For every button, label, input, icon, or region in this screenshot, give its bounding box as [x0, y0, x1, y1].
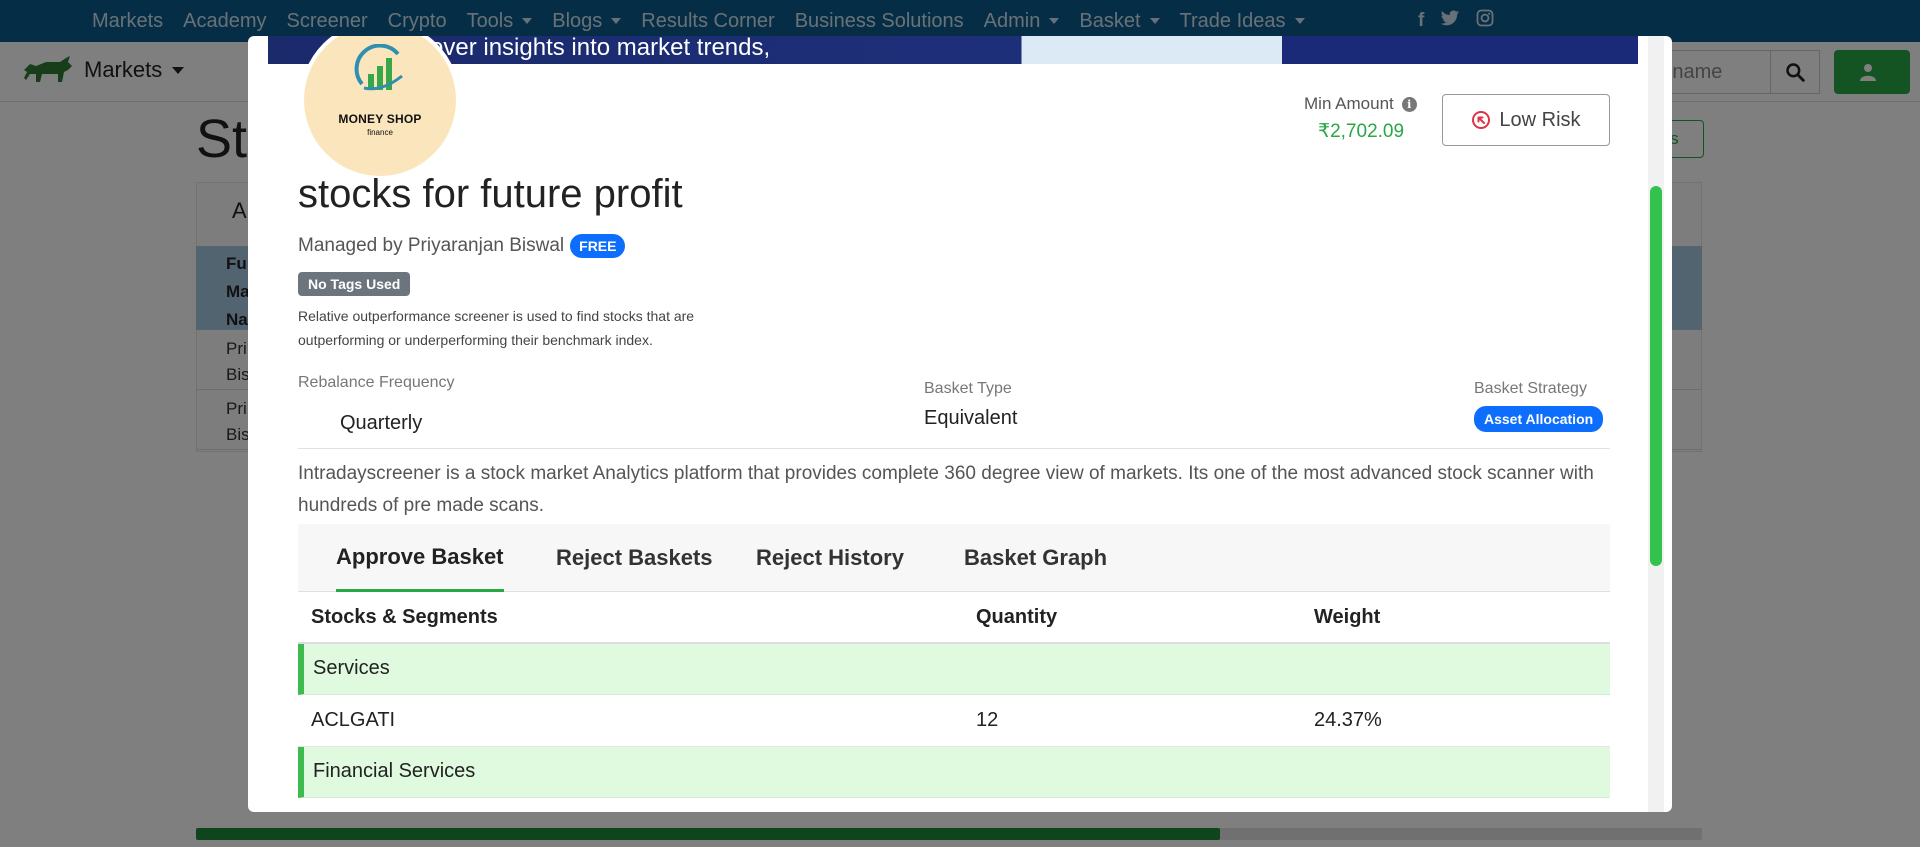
column-header-stocks: Stocks & Segments [311, 606, 498, 628]
risk-label: Low Risk [1499, 108, 1581, 131]
rebalance-frequency-label: Rebalance Frequency [298, 374, 455, 391]
info-icon[interactable]: i [1401, 96, 1417, 112]
segment-name: Services [313, 657, 390, 679]
banner-text: cover insights into market trends, [418, 36, 771, 61]
free-badge: FREE [570, 234, 626, 258]
min-amount-value: ₹2,702.09 [1318, 121, 1405, 142]
stock-quantity: 12 [976, 709, 999, 731]
managed-by: Managed by Priyaranjan Biswal FREE [298, 234, 626, 258]
tab-reject-baskets[interactable]: Reject Baskets [556, 524, 713, 592]
table-row[interactable]: ACLGATI 12 24.37% [298, 696, 1610, 747]
basket-strategy-label: Basket Strategy [1474, 380, 1587, 397]
tab-approve-basket[interactable]: Approve Basket [336, 524, 504, 592]
tags-badge: No Tags Used [298, 272, 411, 296]
min-amount-text: Min Amount [1304, 94, 1394, 113]
min-amount-label: Min Amount i [1304, 94, 1417, 114]
manager-name: Managed by Priyaranjan Biswal [298, 235, 565, 256]
column-header-weight: Weight [1314, 606, 1381, 628]
logo-title: MONEY SHOP [338, 112, 422, 126]
stock-weight: 24.37% [1314, 709, 1382, 731]
basket-tabs: Approve Basket Reject Baskets Reject His… [298, 524, 1610, 592]
basket-title: stocks for future profit [298, 172, 683, 216]
divider [298, 448, 1610, 449]
segment-row: Financial Services [298, 747, 1610, 798]
modal-scrollbar-thumb[interactable] [1650, 186, 1662, 566]
basket-type-value: Equivalent [924, 407, 1018, 429]
bar-chart-logo-icon [354, 44, 403, 91]
basket-short-description: Relative outperformance screener is used… [298, 308, 695, 348]
risk-level-button[interactable]: Low Risk [1442, 94, 1610, 146]
segment-row: Services [298, 644, 1610, 695]
logo-subtitle: finance [367, 128, 393, 137]
basket-long-description: Intradayscreener is a stock market Analy… [298, 463, 1594, 516]
tab-reject-history[interactable]: Reject History [756, 524, 904, 592]
basket-detail-modal: cover insights into market trends, MONEY… [248, 36, 1672, 812]
rebalance-frequency-value: Quarterly [340, 412, 423, 434]
column-header-quantity: Quantity [976, 606, 1058, 628]
promo-banner: cover insights into market trends, [268, 36, 1638, 64]
basket-strategy-badge: Asset Allocation [1474, 406, 1604, 432]
basket-logo: MONEY SHOP finance [300, 36, 460, 180]
segment-name: Financial Services [313, 760, 476, 782]
stock-symbol: ACLGATI [311, 709, 396, 731]
low-risk-icon [1472, 111, 1491, 129]
basket-type-label: Basket Type [924, 380, 1012, 397]
tab-basket-graph[interactable]: Basket Graph [964, 524, 1107, 592]
stocks-table-header: Stocks & Segments Quantity Weight [298, 592, 1610, 644]
